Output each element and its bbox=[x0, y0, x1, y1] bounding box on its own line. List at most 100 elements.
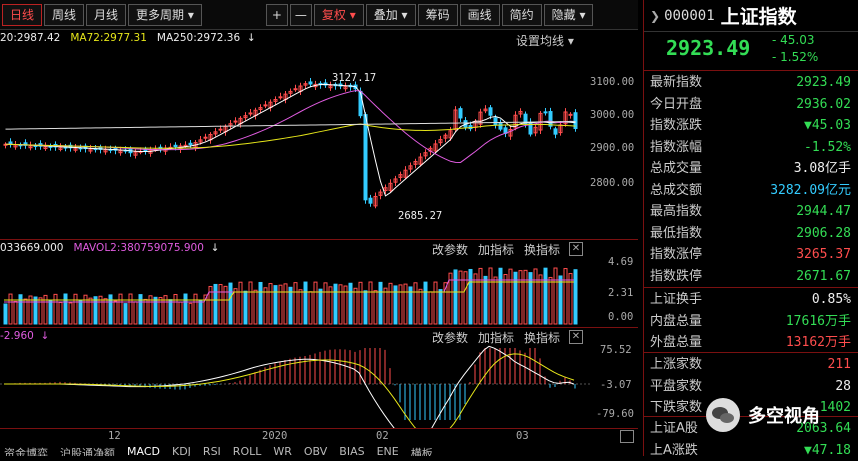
draw-line-button[interactable]: 画线 bbox=[459, 3, 500, 26]
volume-bar bbox=[498, 267, 503, 325]
tab-macd[interactable]: MACD bbox=[127, 445, 160, 456]
volume-bar bbox=[143, 298, 148, 325]
adjust-rights-dropdown[interactable]: 复权 ▾ bbox=[313, 3, 364, 26]
quote-label: 下跌家数 bbox=[650, 400, 703, 415]
volume-bar bbox=[348, 282, 353, 325]
tab-wr[interactable]: WR bbox=[273, 445, 292, 456]
volume-bar bbox=[493, 276, 498, 325]
overlay-dropdown[interactable]: 叠加 ▾ bbox=[365, 3, 416, 26]
zoom-range-icon[interactable] bbox=[620, 430, 634, 443]
quote-row: 最低指数 2906.28 bbox=[644, 223, 858, 244]
period-weekly-button[interactable]: 周线 bbox=[44, 3, 85, 26]
candle-body bbox=[203, 136, 208, 139]
tab-northbound[interactable]: 沪股通净额 bbox=[60, 445, 115, 456]
volume-bar bbox=[293, 282, 298, 325]
quote-label: 上A涨跌 bbox=[650, 442, 698, 458]
quote-label: 最低指数 bbox=[650, 225, 703, 241]
volume-bar bbox=[363, 290, 368, 325]
tab-fund-game[interactable]: 资金博弈 bbox=[4, 445, 48, 456]
tab-roll[interactable]: ROLL bbox=[233, 445, 262, 456]
volume-bar bbox=[448, 272, 453, 325]
quote-label: 上涨家数 bbox=[650, 357, 703, 372]
vol-axis-label: 4.69 bbox=[608, 256, 634, 268]
quote-label: 指数涨停 bbox=[650, 247, 703, 262]
volume-bar bbox=[353, 287, 358, 325]
high-price-label: 3127.17 bbox=[332, 72, 377, 84]
x-axis-label: 02 bbox=[376, 430, 389, 442]
macd-chart bbox=[0, 345, 590, 428]
panel-toggle-icon[interactable]: ❯ bbox=[650, 9, 660, 23]
candle-body bbox=[363, 114, 368, 201]
price-change-pct: - 1.52% bbox=[772, 50, 819, 64]
volume-bar bbox=[33, 296, 38, 325]
quote-label: 内盘总量 bbox=[650, 313, 703, 329]
tab-obv[interactable]: OBV bbox=[304, 445, 327, 456]
volume-panel[interactable]: 033669.000 MAVOL2:380759075.900 ↓ 改参数 加指… bbox=[0, 240, 638, 328]
volume-bar bbox=[93, 296, 98, 325]
tab-kdj[interactable]: KDJ bbox=[172, 445, 191, 456]
price-chart-panel[interactable]: 20:2987.42 MA72:2977.31 MA250:2972.36 ↓ … bbox=[0, 30, 638, 240]
volume-bar bbox=[403, 283, 408, 325]
current-price: 2923.49 bbox=[666, 36, 751, 60]
volume-bar bbox=[268, 283, 273, 325]
candle-body bbox=[278, 96, 283, 99]
quote-value: ▼47.18 bbox=[804, 442, 851, 458]
volume-bar bbox=[433, 281, 438, 325]
volume-bar bbox=[173, 294, 178, 325]
quote-value: 2923.49 bbox=[796, 75, 851, 90]
volume-bar bbox=[23, 298, 28, 325]
volume-bar bbox=[243, 290, 248, 325]
volume-bar bbox=[13, 300, 18, 325]
quote-row: 外盘总量 13162万手 bbox=[644, 332, 858, 353]
volume-bar bbox=[273, 285, 278, 325]
tab-ene[interactable]: ENE bbox=[377, 445, 399, 456]
quote-label: 外盘总量 bbox=[650, 335, 703, 350]
volume-bar bbox=[193, 293, 198, 325]
volume-bar bbox=[118, 293, 123, 325]
quote-value: 0.85% bbox=[811, 292, 851, 307]
macd-dif-line bbox=[4, 345, 575, 428]
volume-bar bbox=[333, 283, 338, 325]
quote-value: 2944.47 bbox=[796, 204, 851, 219]
period-monthly-button[interactable]: 月线 bbox=[86, 3, 127, 26]
quote-value: 2671.67 bbox=[796, 268, 851, 284]
volume-bar bbox=[188, 302, 193, 325]
quote-label: 指数涨跌 bbox=[650, 118, 703, 133]
volume-bar bbox=[198, 300, 203, 325]
volume-bar bbox=[543, 267, 548, 325]
quote-row: 上A涨跌 ▼47.18 bbox=[644, 440, 858, 461]
price-axis-label: 2900.00 bbox=[590, 142, 635, 154]
period-daily-button[interactable]: 日线 bbox=[2, 3, 43, 26]
quote-value: 28 bbox=[835, 378, 851, 394]
candle-body bbox=[188, 142, 193, 146]
watermark: 多空视角 bbox=[706, 398, 820, 432]
volume-bar bbox=[138, 294, 143, 325]
chips-button[interactable]: 筹码 bbox=[417, 3, 458, 26]
volume-bars bbox=[3, 267, 578, 325]
quote-label: 最高指数 bbox=[650, 204, 703, 219]
candle-body bbox=[233, 120, 238, 123]
volume-bar bbox=[233, 288, 238, 325]
macd-axis-label: 75.52 bbox=[600, 344, 632, 356]
hide-dropdown[interactable]: 隐藏 ▾ bbox=[543, 3, 594, 26]
quote-value: 3.08亿手 bbox=[793, 161, 851, 176]
quote-row: 总成交额 3282.09亿元 bbox=[644, 180, 858, 201]
volume-bar bbox=[8, 293, 13, 325]
quote-value: ▼45.03 bbox=[804, 118, 851, 133]
volume-bar bbox=[473, 273, 478, 325]
zoom-out-button[interactable]: — bbox=[289, 3, 312, 26]
toolbar: 日线 周线 月线 更多周期 ▾ + — 复权 ▾ 叠加 ▾ 筹码 画线 简约 隐… bbox=[0, 0, 638, 30]
tab-bias[interactable]: BIAS bbox=[339, 445, 364, 456]
volume-bar bbox=[303, 281, 308, 325]
macd-panel[interactable]: -2.960 ↓ 改参数 加指标 换指标 ✕ 75.52 -3.07 -79.6… bbox=[0, 328, 638, 428]
candle-body bbox=[548, 111, 553, 127]
zoom-in-button[interactable]: + bbox=[265, 3, 288, 26]
quote-row: 最高指数 2944.47 bbox=[644, 201, 858, 222]
volume-bar bbox=[248, 281, 253, 325]
simple-mode-button[interactable]: 简约 bbox=[501, 3, 542, 26]
tab-horizontal[interactable]: 横板 bbox=[411, 445, 433, 456]
volume-bar bbox=[68, 302, 73, 325]
volume-bar bbox=[58, 302, 63, 325]
tab-rsi[interactable]: RSI bbox=[203, 445, 221, 456]
more-periods-dropdown[interactable]: 更多周期 ▾ bbox=[128, 3, 202, 26]
